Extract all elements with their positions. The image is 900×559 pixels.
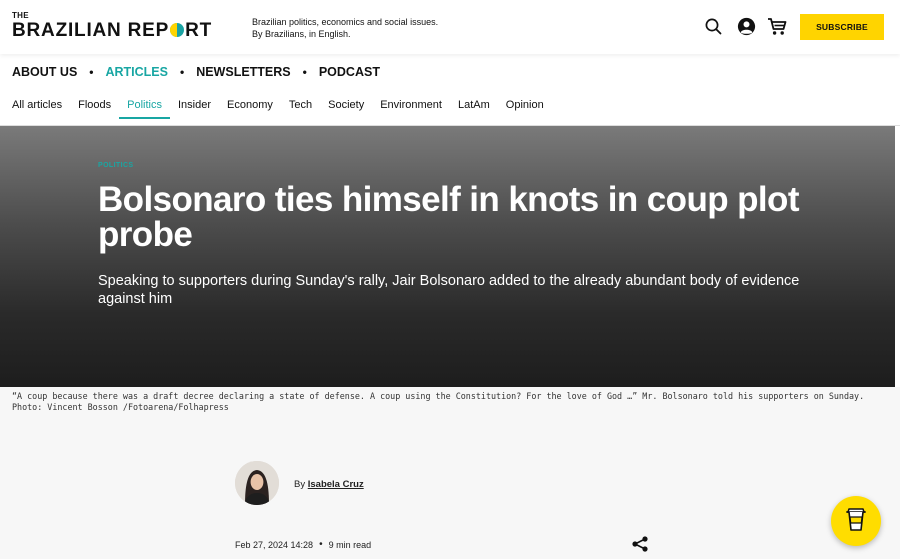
meta-separator: • bbox=[319, 539, 323, 550]
nav-separator: • bbox=[302, 65, 307, 79]
coffee-cup-icon bbox=[845, 506, 867, 537]
category-politics[interactable]: Politics bbox=[119, 99, 170, 119]
article-subtitle: Speaking to supporters during Sunday's r… bbox=[98, 273, 800, 307]
logo-text-part2: RT bbox=[185, 20, 213, 41]
subscribe-button[interactable]: SUBSCRIBE bbox=[800, 14, 884, 40]
site-tagline: Brazilian politics, economics and social… bbox=[252, 16, 438, 40]
site-header: THE BRAZILIAN REP RT Brazilian politics, … bbox=[0, 0, 900, 54]
hero-image bbox=[0, 126, 895, 387]
category-latam[interactable]: LatAm bbox=[458, 99, 490, 119]
category-economy[interactable]: Economy bbox=[227, 99, 273, 119]
article-kicker[interactable]: POLITICS bbox=[98, 162, 133, 169]
photo-caption: “A coup because there was a draft decree… bbox=[12, 391, 865, 412]
category-opinion[interactable]: Opinion bbox=[506, 99, 544, 119]
account-icon[interactable] bbox=[736, 16, 756, 36]
nav-articles[interactable]: ARTICLES bbox=[105, 65, 168, 79]
author-link[interactable]: Isabela Cruz bbox=[308, 479, 364, 490]
tagline-line-1: Brazilian politics, economics and social… bbox=[252, 17, 439, 27]
primary-nav: ABOUT US • ARTICLES • NEWSLETTERS • PODC… bbox=[12, 65, 380, 79]
category-insider[interactable]: Insider bbox=[178, 99, 211, 119]
publish-date: Feb 27, 2024 14:28 bbox=[235, 539, 314, 550]
nav-about-us[interactable]: ABOUT US bbox=[12, 65, 77, 79]
nav-separator: • bbox=[179, 65, 185, 79]
site-logo[interactable]: THE BRAZILIAN REP RT bbox=[12, 11, 212, 41]
category-floods[interactable]: Floods bbox=[78, 99, 111, 119]
article-meta: Feb 27, 2024 14:28 • 9 min read bbox=[235, 539, 371, 550]
logo-wordmark: BRAZILIAN REP RT bbox=[12, 21, 212, 40]
article-title: Bolsonaro ties himself in knots in coup … bbox=[98, 180, 799, 254]
read-time: 9 min read bbox=[328, 539, 372, 550]
logo-text-part1: BRAZILIAN REP bbox=[12, 20, 170, 41]
category-all-articles[interactable]: All articles bbox=[12, 99, 62, 119]
nav-separator: • bbox=[89, 65, 94, 79]
author-avatar[interactable] bbox=[235, 461, 279, 505]
nav-podcast[interactable]: PODCAST bbox=[319, 65, 380, 79]
logo-o-mark bbox=[170, 23, 185, 37]
support-coffee-button[interactable] bbox=[831, 496, 881, 546]
category-environment[interactable]: Environment bbox=[380, 99, 442, 119]
search-icon[interactable] bbox=[703, 16, 723, 36]
logo-small-text: THE bbox=[12, 11, 29, 20]
category-society[interactable]: Society bbox=[328, 99, 364, 119]
tagline-line-2: By Brazilians, in English. bbox=[252, 29, 351, 39]
cart-icon[interactable] bbox=[767, 16, 787, 36]
category-nav: All articles Floods Politics Insider Eco… bbox=[12, 99, 560, 119]
nav-newsletters[interactable]: NEWSLETTERS bbox=[196, 65, 290, 79]
byline-prefix: By bbox=[294, 479, 306, 490]
share-icon[interactable] bbox=[631, 536, 649, 552]
byline: By Isabela Cruz bbox=[294, 479, 364, 490]
category-tech[interactable]: Tech bbox=[289, 99, 312, 119]
